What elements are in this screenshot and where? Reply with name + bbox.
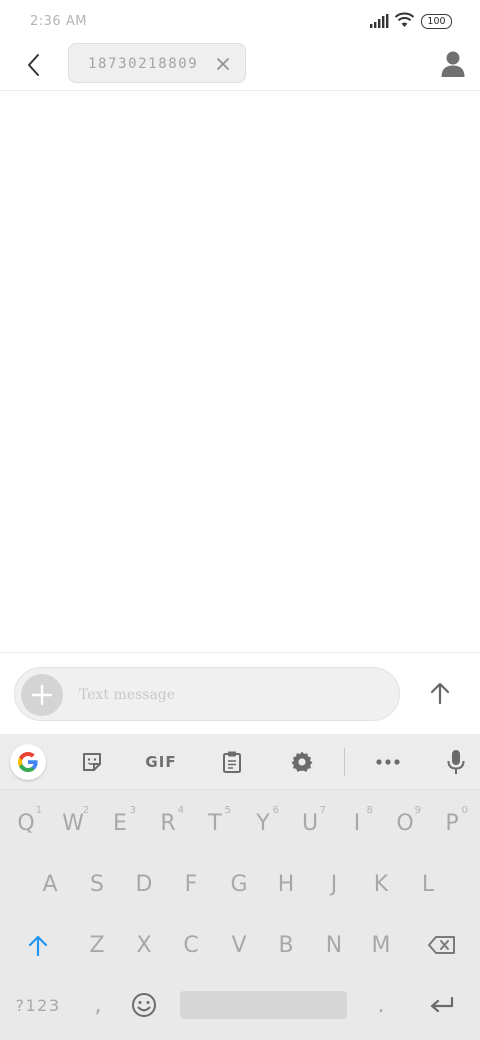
sticker-button[interactable] (76, 744, 108, 780)
enter-arrow-icon (430, 996, 454, 1013)
shift-arrow-icon (28, 935, 48, 956)
key-s[interactable]: S (75, 856, 119, 912)
backspace-key[interactable] (414, 917, 470, 973)
key-u[interactable]: U7 (288, 795, 332, 851)
emoji-icon (132, 993, 156, 1017)
key-c[interactable]: C (169, 917, 213, 973)
clipboard-button[interactable] (216, 744, 248, 780)
compose-bar (0, 652, 480, 734)
key-x[interactable]: X (122, 917, 166, 973)
recipient-chip[interactable]: 18730218809 (68, 43, 246, 83)
google-button[interactable] (10, 744, 46, 780)
clipboard-icon (223, 751, 241, 773)
send-arrow-icon (430, 682, 450, 705)
key-r[interactable]: R4 (146, 795, 190, 851)
contact-icon[interactable] (440, 50, 466, 78)
key-o[interactable]: O9 (383, 795, 427, 851)
key-q[interactable]: Q1 (4, 795, 48, 851)
key-t[interactable]: T5 (193, 795, 237, 851)
gear-icon (291, 751, 313, 772)
microphone-icon (447, 750, 465, 774)
send-button[interactable] (424, 677, 456, 709)
key-b[interactable]: B (264, 917, 308, 973)
wifi-icon (394, 12, 415, 27)
battery-level: 100 (427, 16, 446, 27)
plus-icon (31, 684, 53, 706)
status-time: 2:36 AM (30, 14, 87, 29)
back-button[interactable] (18, 49, 50, 81)
key-i[interactable]: I8 (335, 795, 379, 851)
comma-key[interactable]: , (76, 977, 120, 1033)
recipient-number: 18730218809 (88, 56, 199, 72)
signal-icon (370, 14, 389, 28)
close-icon[interactable] (214, 55, 232, 73)
status-bar: 2:36 AM 100 (0, 0, 480, 42)
add-attachment-button[interactable] (21, 674, 63, 716)
google-g-icon (18, 752, 38, 772)
keyboard-toolbar: GIF (0, 734, 480, 790)
backspace-icon (428, 936, 455, 954)
period-key[interactable]: . (359, 977, 403, 1033)
shift-key[interactable] (10, 917, 66, 973)
key-f[interactable]: F (169, 856, 213, 912)
space-key[interactable] (180, 991, 347, 1019)
voice-input-button[interactable] (440, 744, 472, 780)
key-a[interactable]: A (28, 856, 72, 912)
key-j[interactable]: J (312, 856, 356, 912)
key-e[interactable]: E3 (98, 795, 142, 851)
gif-button[interactable]: GIF (140, 744, 182, 780)
settings-button[interactable] (286, 744, 318, 780)
gif-label: GIF (145, 753, 177, 771)
more-button[interactable] (370, 744, 406, 780)
compose-field (14, 667, 400, 721)
key-d[interactable]: D (122, 856, 166, 912)
back-arrow-icon (28, 54, 39, 76)
key-p[interactable]: P0 (430, 795, 474, 851)
key-l[interactable]: L (406, 856, 450, 912)
emoji-key[interactable] (122, 977, 166, 1033)
key-z[interactable]: Z (75, 917, 119, 973)
enter-key[interactable] (414, 977, 470, 1033)
key-n[interactable]: N (312, 917, 356, 973)
key-y[interactable]: Y6 (241, 795, 285, 851)
toolbar-divider (344, 748, 345, 776)
key-g[interactable]: G (217, 856, 261, 912)
keyboard: GIF Q 1 W 2 E 3 R 4 T 5 Y 6 U 7 I 8 O 9 … (0, 734, 480, 1040)
symbols-key[interactable]: ?123 (6, 977, 70, 1033)
key-v[interactable]: V (217, 917, 261, 973)
sticker-icon (83, 753, 101, 771)
message-input[interactable] (79, 676, 389, 714)
key-h[interactable]: H (264, 856, 308, 912)
message-list (0, 91, 480, 652)
key-m[interactable]: M (359, 917, 403, 973)
battery-icon: 100 (421, 14, 452, 29)
key-k[interactable]: K (359, 856, 403, 912)
conversation-header: 18730218809 (0, 42, 480, 91)
key-w[interactable]: W2 (51, 795, 95, 851)
more-dots-icon (376, 759, 400, 765)
